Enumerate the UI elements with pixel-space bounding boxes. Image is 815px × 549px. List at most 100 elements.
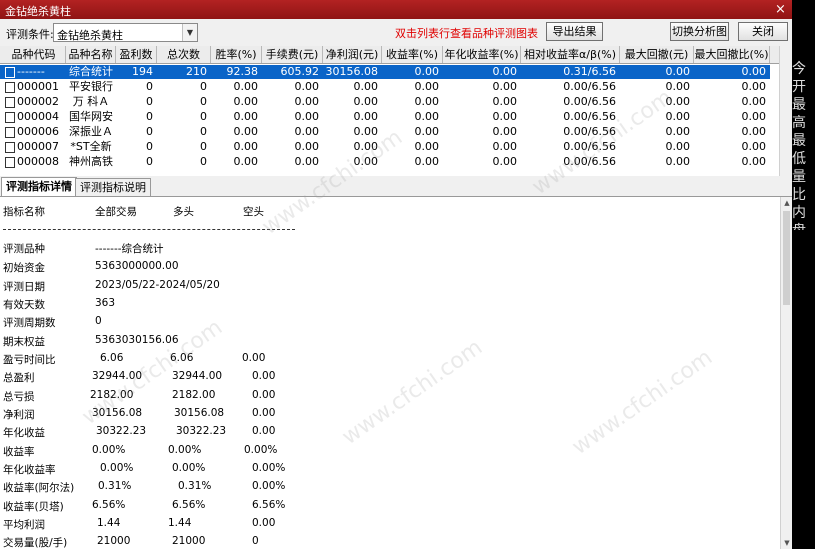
metric-name: 收益率(阿尔法) <box>3 482 75 494</box>
table-cell: 0.00 <box>665 140 691 153</box>
results-table-scrollbar[interactable] <box>779 46 792 176</box>
table-cell: 0.31/6.56 <box>563 65 616 78</box>
chevron-down-icon[interactable]: ▼ <box>182 24 197 41</box>
table-cell: 605.92 <box>280 65 320 78</box>
metric-value: 30322.23 <box>96 425 147 437</box>
table-cell: 0.00 <box>492 65 518 78</box>
close-button[interactable]: 关闭 <box>738 22 788 41</box>
condition-select-value: 金钻绝杀黄柱 <box>57 29 123 42</box>
table-row[interactable]: 000004 国华网安 0 0 0.00 0.00 0.00 0.00 0.00 0.00/6.5… <box>0 110 770 124</box>
table-cell: 0 <box>146 80 153 93</box>
row-checkbox[interactable] <box>5 127 15 138</box>
metric-name: 评测品种 <box>3 243 45 255</box>
metric-value: 0.00% <box>92 444 126 456</box>
quote-field-label: 最高 <box>792 97 806 131</box>
table-cell: 平安银行 <box>69 80 113 93</box>
metric-value: 0.00 <box>252 389 276 401</box>
row-checkbox[interactable] <box>5 97 15 108</box>
table-row[interactable]: 000001 平安银行 0 0 0.00 0.00 0.00 0.00 0.00 0.00/6.5… <box>0 80 770 94</box>
table-row[interactable]: 000007 *ST全新 0 0 0.00 0.00 0.00 0.00 0.00 0.00/6.… <box>0 140 770 154</box>
table-cell: 0.00 <box>233 80 259 93</box>
detail-tabs: 评测指标详情 评测指标说明 <box>0 176 792 197</box>
row-checkbox[interactable] <box>5 157 15 168</box>
metric-value: 0.00% <box>252 462 286 474</box>
table-cell: 0.00 <box>414 140 440 153</box>
column-header[interactable]: 最大回撤(元) <box>620 46 694 63</box>
column-header[interactable]: 相对收益率α/β(%) <box>521 46 620 63</box>
column-header[interactable]: 年化收益率(%) <box>443 46 521 63</box>
metric-value: -------综合统计 <box>95 243 164 255</box>
metric-name: 有效天数 <box>3 299 45 311</box>
metric-name: 期末权益 <box>3 336 45 348</box>
table-cell: 0 <box>146 95 153 108</box>
table-row[interactable]: ------- 综合统计 194 210 92.38 605.92 30156.08 0.00… <box>0 65 770 79</box>
detail-scrollbar[interactable]: ▲ ▼ <box>780 197 792 549</box>
table-cell: 0 <box>200 155 207 168</box>
table-row[interactable]: 000006 深振业Ａ 0 0 0.00 0.00 0.00 0.00 0.00 0.00/6.5… <box>0 125 770 139</box>
row-checkbox[interactable] <box>5 67 15 78</box>
table-cell: 0.00 <box>233 125 259 138</box>
background-quote-panel: 今开最高最低量比内盘股本流通PE(动普及市 <box>792 60 815 230</box>
table-cell: 0.00 <box>353 80 379 93</box>
table-cell: 0 <box>200 110 207 123</box>
table-cell: 0.00 <box>665 95 691 108</box>
table-cell: 0.00 <box>294 140 320 153</box>
table-row[interactable]: 000008 神州高铁 0 0 0.00 0.00 0.00 0.00 0.00 0.00/6.5… <box>0 155 770 169</box>
code-cell: 000007 <box>17 140 59 153</box>
table-cell: 深振业Ａ <box>69 125 113 138</box>
table-cell: 0.00 <box>741 155 767 168</box>
table-cell: 国华网安 <box>69 110 113 123</box>
table-cell: 0 <box>146 110 153 123</box>
table-cell: 210 <box>186 65 207 78</box>
column-header[interactable]: 盈利数 <box>116 46 157 63</box>
metrics-detail-panel: 指标名称 全部交易 多头 空头 评测品种 -------综合统计 初始资金 536300000… <box>0 197 780 549</box>
column-header[interactable]: 收益率(%) <box>382 46 443 63</box>
toolbar: 评测条件: 金钻绝杀黄柱 ▼ 双击列表行查看品种评测图表 导出结果 切换分析图 … <box>0 19 792 46</box>
scroll-down-icon[interactable]: ▼ <box>781 537 792 549</box>
table-cell: 0.00/6.56 <box>563 80 616 93</box>
tab-metrics-explanation[interactable]: 评测指标说明 <box>75 178 151 196</box>
metric-value: 1.44 <box>97 517 121 529</box>
column-header[interactable]: 最大回撤比(%) <box>694 46 770 63</box>
metric-name: 总盈利 <box>3 372 35 384</box>
code-cell: 000004 <box>17 110 59 123</box>
metric-value: 0.00 <box>252 370 276 382</box>
table-cell: 0.00 <box>414 125 440 138</box>
column-header[interactable]: 净利润(元) <box>323 46 382 63</box>
column-header[interactable]: 品种代码 <box>2 46 66 63</box>
column-header[interactable]: 胜率(%) <box>211 46 262 63</box>
column-header[interactable]: 品种名称 <box>66 46 116 63</box>
quote-field-label: 最低 <box>792 133 806 167</box>
row-checkbox[interactable] <box>5 112 15 123</box>
metric-value: 0.00 <box>252 517 276 529</box>
detail-column-header: 全部交易 <box>95 206 137 218</box>
table-cell: 0.00 <box>414 95 440 108</box>
metric-name: 总亏损 <box>3 391 35 403</box>
column-header[interactable]: 总次数 <box>157 46 211 63</box>
table-cell: 92.38 <box>226 65 259 78</box>
metric-value: 6.56% <box>172 499 206 511</box>
table-row[interactable]: 000002 万 科Ａ 0 0 0.00 0.00 0.00 0.00 0.00 0.00/6.5… <box>0 95 770 109</box>
table-cell: 0.00 <box>741 65 767 78</box>
scroll-up-icon[interactable]: ▲ <box>781 197 792 209</box>
titlebar-close-icon[interactable]: × <box>773 2 788 17</box>
code-cell: 000006 <box>17 125 59 138</box>
metric-value: 0 <box>95 315 102 327</box>
table-cell: 0 <box>200 125 207 138</box>
table-cell: 0.00 <box>414 155 440 168</box>
export-button[interactable]: 导出结果 <box>546 22 603 41</box>
scroll-thumb[interactable] <box>783 211 790 305</box>
table-cell: 0.00 <box>741 110 767 123</box>
table-cell: 0.00 <box>665 155 691 168</box>
row-checkbox[interactable] <box>5 142 15 153</box>
row-checkbox[interactable] <box>5 82 15 93</box>
table-cell: 0.00 <box>741 95 767 108</box>
table-cell: 0.00/6.56 <box>563 95 616 108</box>
tab-metrics-detail[interactable]: 评测指标详情 <box>1 177 77 196</box>
condition-select[interactable]: 金钻绝杀黄柱 ▼ <box>53 23 198 42</box>
column-header[interactable]: 手续费(元) <box>262 46 323 63</box>
table-cell: 0 <box>146 140 153 153</box>
metric-value: 6.56% <box>252 499 286 511</box>
switch-chart-button[interactable]: 切换分析图 <box>670 22 729 41</box>
title-bar[interactable]: 金钻绝杀黄柱 × <box>0 0 792 19</box>
